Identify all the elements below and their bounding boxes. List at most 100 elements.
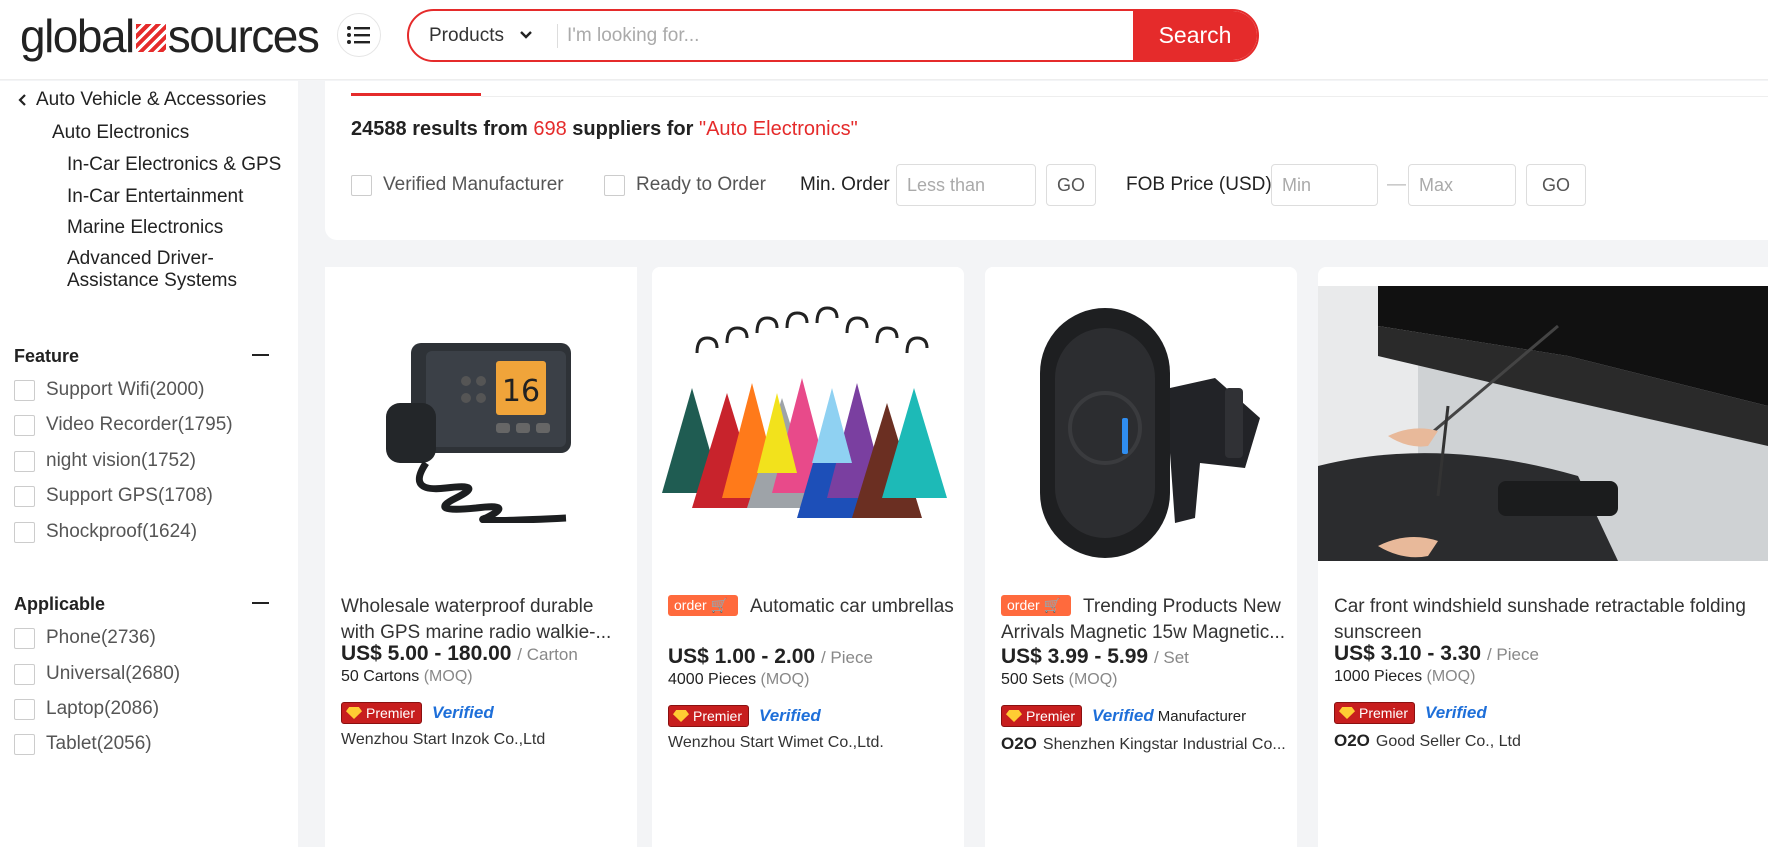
dash-text: — (1387, 174, 1406, 195)
facet-option-label: night vision(1752) (46, 450, 196, 471)
results-summary: 24588 results from 698 suppliers for "Au… (351, 118, 858, 141)
category-back-link[interactable]: Auto Vehicle & Accessories (16, 89, 266, 111)
subcategory-link[interactable]: In-Car Electronics & GPS (67, 154, 287, 176)
top-header: global sources Products Search (0, 0, 1768, 80)
premier-gem-icon (673, 710, 689, 722)
checkbox[interactable] (14, 733, 35, 755)
product-image[interactable] (985, 267, 1297, 578)
search-category-select[interactable]: Products (429, 11, 504, 60)
search-button[interactable]: Search (1133, 11, 1257, 60)
subcategory-link[interactable]: Advanced Driver-Assistance Systems (67, 248, 287, 292)
product-image[interactable]: 16 (325, 267, 637, 578)
moq-qty: 1000 Pieces (1334, 668, 1423, 685)
fob-go-button[interactable]: GO (1526, 164, 1586, 206)
supplier-name-text: Good Seller Co., Ltd (1375, 733, 1521, 750)
subcategory-link[interactable]: In-Car Entertainment (67, 186, 287, 208)
facet-option[interactable]: Tablet(2056) (14, 733, 152, 755)
supplier-count: 698 (533, 118, 567, 140)
magnetic-charger-image (1040, 307, 1260, 558)
supplier-name-text: Wenzhou Start Inzok Co.,Ltd (341, 731, 546, 748)
premier-label: Premier (693, 708, 743, 724)
product-price: US$ 1.00 - 2.00 / Piece (668, 645, 873, 669)
moq-label: (MOQ) (760, 671, 810, 688)
product-title[interactable]: order 🛒 Trending Products New Arrivals Ma… (1001, 594, 1287, 646)
supplier-badges: Premier Verified (668, 705, 821, 727)
category-sidebar: Auto Vehicle & Accessories Auto Electron… (0, 81, 298, 847)
min-order-go-button[interactable]: GO (1046, 164, 1096, 206)
logo-text-right: sources (167, 10, 320, 62)
fob-max-input[interactable]: Max (1408, 164, 1516, 206)
minus-icon[interactable] (252, 354, 269, 356)
product-title[interactable]: order 🛒 Automatic car umbrellas (668, 594, 954, 646)
chevron-down-icon[interactable] (519, 29, 533, 41)
product-image[interactable] (1318, 286, 1768, 561)
checkbox[interactable] (351, 174, 372, 196)
product-price: US$ 3.10 - 3.30 / Piece (1334, 642, 1539, 666)
product-image[interactable] (652, 267, 964, 578)
global-sources-logo[interactable]: global sources (20, 8, 320, 64)
supplier-name[interactable]: O2O Good Seller Co., Ltd (1334, 731, 1624, 751)
facet-option[interactable]: Laptop(2086) (14, 698, 159, 720)
product-card[interactable]: 16 Wholesale waterproof durable with GPS… (325, 267, 637, 847)
subcategory-link[interactable]: Marine Electronics (67, 217, 287, 239)
price-range: US$ 3.99 - 5.99 (1001, 645, 1149, 668)
facet-option[interactable]: night vision(1752) (14, 450, 196, 472)
premier-label: Premier (1026, 708, 1076, 724)
filter-label: Ready to Order (636, 174, 766, 195)
facet-option-label: Universal(2680) (46, 663, 181, 684)
moq-label: (MOQ) (1426, 668, 1476, 685)
supplier-name[interactable]: Wenzhou Start Wimet Co.,Ltd. (668, 734, 958, 752)
minus-icon[interactable] (252, 602, 269, 604)
product-price: US$ 5.00 - 180.00 / Carton (341, 642, 578, 666)
checkbox[interactable] (14, 485, 35, 507)
checkbox[interactable] (14, 414, 35, 436)
checkbox[interactable] (14, 698, 35, 720)
facet-option[interactable]: Video Recorder(1795) (14, 414, 233, 436)
product-card[interactable]: Car front windshield sunshade retractabl… (1318, 267, 1768, 847)
results-text: results from (412, 118, 528, 140)
verified-manufacturer-filter[interactable]: Verified Manufacturer (351, 164, 564, 206)
checkbox[interactable] (14, 627, 35, 649)
chevron-left-icon (18, 94, 26, 106)
search-divider (557, 24, 558, 48)
checkbox[interactable] (604, 174, 625, 196)
facet-option[interactable]: Universal(2680) (14, 663, 180, 685)
facet-option-label: Shockproof(1624) (46, 521, 198, 542)
menu-button[interactable] (337, 13, 381, 57)
moq-qty: 4000 Pieces (668, 671, 757, 688)
supplier-name[interactable]: Wenzhou Start Inzok Co.,Ltd (341, 731, 631, 749)
supplier-name[interactable]: O2O Shenzhen Kingstar Industrial Co... (1001, 734, 1291, 754)
min-order-input[interactable]: Less than (896, 164, 1036, 206)
results-text: suppliers for (572, 118, 694, 140)
supplier-badges: Premier Verified (1334, 702, 1487, 724)
facet-option[interactable]: Support GPS(1708) (14, 485, 213, 507)
search-input[interactable] (567, 11, 1127, 60)
moq-label: (MOQ) (1068, 671, 1118, 688)
ready-to-order-filter[interactable]: Ready to Order (604, 164, 766, 206)
supplier-badges: Premier Verified Manufacturer (1001, 705, 1246, 727)
umbrellas-image (662, 305, 947, 518)
premier-label: Premier (366, 705, 416, 721)
marine-radio-image: 16 (386, 342, 571, 523)
checkbox[interactable] (14, 663, 35, 685)
price-range: US$ 5.00 - 180.00 (341, 642, 512, 665)
product-card[interactable]: order 🛒 Automatic car umbrellas US$ 1.00 … (652, 267, 964, 847)
premier-gem-icon (1339, 707, 1355, 719)
supplier-name-text: Wenzhou Start Wimet Co.,Ltd. (668, 734, 884, 751)
product-card[interactable]: order 🛒 Trending Products New Arrivals Ma… (985, 267, 1297, 847)
premier-label: Premier (1359, 705, 1409, 721)
checkbox[interactable] (14, 521, 35, 543)
product-title[interactable]: Car front windshield sunshade retractabl… (1334, 594, 1754, 646)
facet-option[interactable]: Shockproof(1624) (14, 521, 197, 543)
checkbox[interactable] (14, 450, 35, 472)
category-back-label: Auto Vehicle & Accessories (36, 89, 267, 110)
product-title[interactable]: Wholesale waterproof durable with GPS ma… (341, 594, 627, 646)
o2o-badge: O2O (1001, 734, 1037, 753)
facet-option[interactable]: Phone(2736) (14, 627, 156, 649)
current-category[interactable]: Auto Electronics (52, 122, 189, 144)
price-range: US$ 3.10 - 3.30 (1334, 642, 1482, 665)
fob-min-input[interactable]: Min (1271, 164, 1378, 206)
checkbox[interactable] (14, 379, 35, 401)
search-bar: Products Search (407, 9, 1259, 62)
facet-option[interactable]: Support Wifi(2000) (14, 379, 204, 401)
